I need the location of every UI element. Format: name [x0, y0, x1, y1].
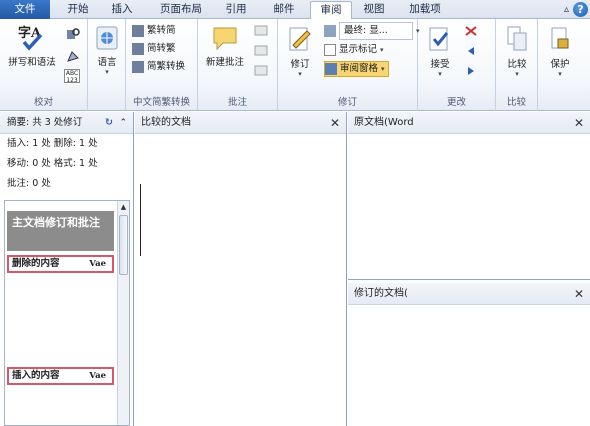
to-traditional-icon	[132, 43, 144, 55]
compared-document-pane[interactable]: 比较的文档 ✕	[135, 112, 347, 426]
tab-addins[interactable]: 加载项	[400, 1, 450, 19]
reviewing-pane: 摘要: 共 3 处修订 ↻ ⌃ 插入: 1 处 删除: 1 处 移动: 0 处 …	[0, 112, 134, 426]
group-protect: 保护 ▾	[538, 19, 582, 111]
group-label-changes: 更改	[446, 97, 466, 108]
previous-comment-icon[interactable]	[254, 45, 268, 60]
reviewing-pane-icon	[325, 63, 337, 75]
tab-file[interactable]: 文件	[0, 0, 50, 19]
research-icon[interactable]	[66, 27, 80, 44]
compare-button[interactable]: 比较 ▾	[500, 25, 534, 78]
scroll-up-icon[interactable]: ▲	[118, 201, 129, 213]
revision-list-scrollbar[interactable]: ▲	[117, 201, 129, 425]
tab-review[interactable]: 审阅	[310, 1, 352, 20]
close-compared-icon[interactable]: ✕	[330, 112, 340, 134]
accept-label: 接受	[430, 59, 450, 70]
display-for-review-dropdown[interactable]: 最终: 显... ▾	[324, 22, 420, 40]
close-revised-icon[interactable]: ✕	[574, 283, 584, 305]
group-label-chinese-conversion: 中文简繁转换	[132, 97, 190, 108]
to-traditional-button[interactable]: 简转繁	[132, 41, 176, 57]
protect-label: 保护	[550, 59, 570, 70]
accept-icon	[427, 25, 453, 53]
new-comment-icon	[211, 25, 239, 51]
group-changes: 接受 ▾ 更改	[418, 19, 496, 111]
help-icon[interactable]: ?	[573, 2, 588, 17]
chinese-convert-button[interactable]: 简繁转换	[132, 59, 185, 75]
group-proofing: 字A 拼写和语法 ABC 123 校对	[0, 19, 88, 111]
group-compare: 比较 ▾ 比较	[496, 19, 538, 111]
collapse-icon[interactable]: ⌃	[119, 112, 127, 134]
tab-home[interactable]: 开始	[58, 1, 98, 19]
revision-author: Vae	[89, 259, 106, 269]
group-label-comments: 批注	[227, 97, 247, 108]
next-comment-icon[interactable]	[254, 65, 268, 80]
to-simplified-icon	[132, 25, 144, 37]
group-label-proofing: 校对	[33, 97, 53, 108]
track-changes-button[interactable]: 修订 ▾	[282, 25, 318, 78]
tab-insert[interactable]: 插入	[102, 1, 142, 19]
group-label-tracking: 修订	[337, 97, 357, 108]
stat-insert-delete: 插入: 1 处 删除: 1 处	[7, 138, 98, 149]
compared-document-header: 比较的文档 ✕	[135, 112, 346, 134]
text-cursor	[140, 184, 141, 256]
group-chinese-conversion: 繁转简 简转繁 简繁转换 中文简繁转换	[126, 19, 198, 111]
spelling-icon: 字A	[15, 23, 49, 51]
scroll-thumb[interactable]	[119, 215, 128, 275]
window-controls: ▵ ?	[564, 1, 588, 18]
main-document-revisions-header: 主文档修订和批注	[7, 211, 114, 251]
track-changes-label: 修订	[290, 59, 310, 70]
revised-document-header: 修订的文档( ✕	[348, 283, 590, 305]
to-simplified-button[interactable]: 繁转简	[132, 23, 176, 39]
stat-move-format: 移动: 0 处 格式: 1 处	[7, 158, 98, 169]
revision-author: Vae	[89, 371, 106, 381]
protect-button[interactable]: 保护 ▾	[542, 25, 578, 78]
minimize-ribbon-icon[interactable]: ▵	[564, 4, 569, 15]
language-label: 语言	[97, 57, 117, 68]
revision-item-inserted[interactable]: 插入的内容 Vae	[7, 367, 114, 385]
new-comment-button[interactable]: 新建批注	[202, 25, 248, 68]
reviewing-pane-button[interactable]: 审阅窗格 ▾	[324, 61, 389, 77]
group-label-compare: 比较	[506, 97, 526, 108]
group-language: 语言 ▾	[88, 19, 126, 111]
show-markup-icon	[324, 44, 336, 56]
track-changes-icon	[287, 25, 313, 53]
reject-icon[interactable]	[464, 25, 480, 40]
reviewing-pane-header: 摘要: 共 3 处修订 ↻ ⌃	[0, 112, 133, 134]
group-comments: 新建批注 批注	[198, 19, 278, 111]
original-document-pane[interactable]: 原文档(Word ✕	[348, 112, 590, 280]
revision-summary: 摘要: 共 3 处修订	[7, 117, 83, 128]
spelling-grammar-button[interactable]: 字A 拼写和语法	[4, 23, 60, 68]
refresh-icon[interactable]: ↻	[105, 112, 113, 134]
previous-change-icon[interactable]	[464, 45, 480, 60]
chinese-convert-icon	[132, 61, 144, 73]
delete-comment-icon[interactable]	[254, 25, 268, 40]
ribbon: 字A 拼写和语法 ABC 123 校对 语言 ▾ 繁转简 简转繁 简繁转换 中文…	[0, 19, 590, 111]
word-count-icon[interactable]: ABC 123	[64, 69, 80, 84]
language-icon	[95, 25, 119, 51]
compare-label: 比较	[507, 59, 527, 70]
display-review-icon	[324, 25, 336, 37]
next-change-icon[interactable]	[464, 65, 480, 80]
protect-icon	[549, 25, 571, 53]
revision-list[interactable]: 主文档修订和批注 删除的内容 Vae 插入的内容 Vae ▲	[4, 200, 130, 426]
revision-item-deleted[interactable]: 删除的内容 Vae	[7, 255, 114, 273]
stat-comments: 批注: 0 处	[7, 178, 51, 189]
new-comment-label: 新建批注	[205, 57, 244, 68]
tab-page-layout[interactable]: 页面布局	[150, 1, 212, 19]
compare-icon	[506, 25, 528, 53]
accept-button[interactable]: 接受 ▾	[422, 25, 458, 78]
close-original-icon[interactable]: ✕	[574, 112, 584, 134]
original-document-header: 原文档(Word ✕	[348, 112, 590, 134]
spelling-label: 拼写和语法	[8, 57, 56, 68]
ribbon-tab-bar: 文件 开始 插入 页面布局 引用 邮件 审阅 视图 加载项 ▵ ?	[0, 0, 590, 20]
show-markup-button[interactable]: 显示标记 ▾	[324, 42, 384, 58]
revised-document-pane[interactable]: 修订的文档( ✕	[348, 283, 590, 426]
group-tracking: 修订 ▾ 最终: 显... ▾ 显示标记 ▾ 审阅窗格 ▾ 修订	[278, 19, 420, 111]
tab-mailings[interactable]: 邮件	[264, 1, 304, 19]
tab-view[interactable]: 视图	[356, 1, 392, 19]
thesaurus-icon[interactable]	[66, 49, 80, 66]
tab-references[interactable]: 引用	[216, 1, 256, 19]
language-button[interactable]: 语言 ▾	[90, 25, 124, 76]
